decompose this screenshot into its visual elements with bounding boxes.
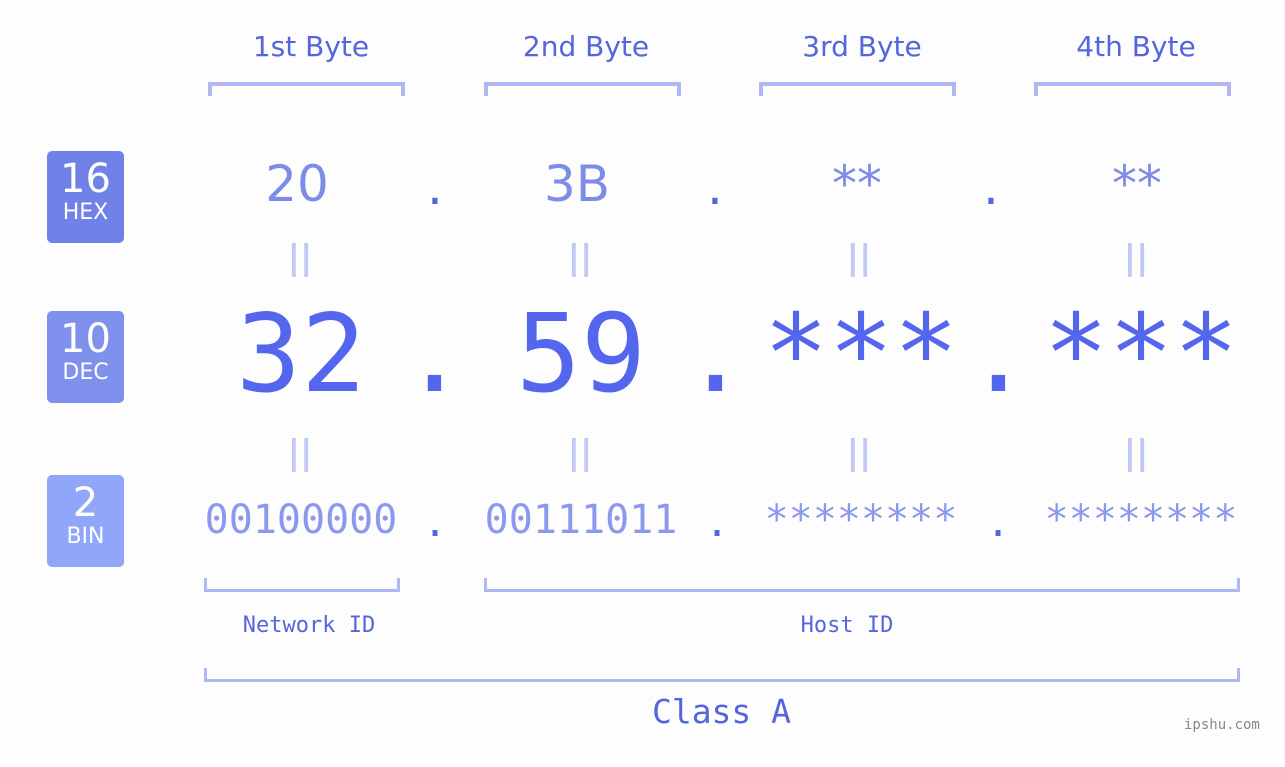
bin-byte-3: ******** — [764, 497, 958, 543]
hex-byte-3: ** — [832, 155, 882, 213]
hex-byte-4: ** — [1112, 155, 1162, 213]
bin-separator-3: . — [986, 500, 1011, 546]
watermark: ipshu.com — [1184, 717, 1260, 733]
bin-byte-4: ******** — [1044, 497, 1238, 543]
byte-bracket-4 — [1034, 82, 1231, 96]
equals-dec-bin-4: || — [1123, 433, 1149, 473]
host-id-bracket — [484, 578, 1240, 592]
dec-separator-1: . — [402, 292, 468, 417]
hex-badge-label: HEX — [62, 200, 109, 225]
class-bracket — [204, 668, 1240, 682]
bin-badge-number: 2 — [72, 480, 99, 526]
hex-badge-number: 16 — [60, 156, 111, 202]
network-id-label: Network ID — [242, 613, 376, 638]
hex-byte-1: 20 — [265, 155, 329, 213]
bin-byte-1: 00100000 — [204, 497, 398, 543]
dec-byte-1: 32 — [235, 292, 367, 417]
byte-header-4: 4th Byte — [1076, 30, 1196, 63]
equals-hex-dec-1: || — [287, 238, 313, 278]
byte-header-1: 1st Byte — [252, 30, 370, 63]
dec-byte-2: 59 — [515, 292, 647, 417]
byte-bracket-1 — [208, 82, 405, 96]
bin-badge: 2 BIN — [47, 475, 124, 567]
dec-separator-2: . — [683, 292, 749, 417]
bin-byte-2: 00111011 — [484, 497, 678, 543]
equals-dec-bin-2: || — [567, 433, 593, 473]
equals-hex-dec-4: || — [1123, 238, 1149, 278]
dec-separator-3: . — [966, 292, 1032, 417]
equals-hex-dec-2: || — [567, 238, 593, 278]
hex-separator-1: . — [427, 158, 443, 216]
bin-badge-label: BIN — [66, 524, 105, 549]
bin-separator-1: . — [423, 500, 448, 546]
hex-separator-3: . — [983, 158, 999, 216]
equals-hex-dec-3: || — [846, 238, 872, 278]
dec-badge-label: DEC — [62, 360, 109, 385]
network-id-bracket — [204, 578, 400, 592]
dec-badge: 10 DEC — [47, 311, 124, 403]
byte-header-2: 2nd Byte — [522, 30, 650, 63]
hex-byte-2: 3B — [543, 155, 611, 213]
bin-separator-2: . — [705, 500, 730, 546]
equals-dec-bin-3: || — [846, 433, 872, 473]
hex-separator-2: . — [707, 158, 723, 216]
dec-badge-number: 10 — [60, 316, 111, 362]
equals-dec-bin-1: || — [287, 433, 313, 473]
class-label: Class A — [651, 692, 792, 731]
host-id-label: Host ID — [800, 613, 894, 638]
byte-header-3: 3rd Byte — [802, 30, 922, 63]
dec-byte-3: *** — [763, 292, 959, 417]
byte-bracket-3 — [759, 82, 956, 96]
hex-badge: 16 HEX — [47, 151, 124, 243]
byte-bracket-2 — [484, 82, 681, 96]
dec-byte-4: *** — [1043, 292, 1239, 417]
